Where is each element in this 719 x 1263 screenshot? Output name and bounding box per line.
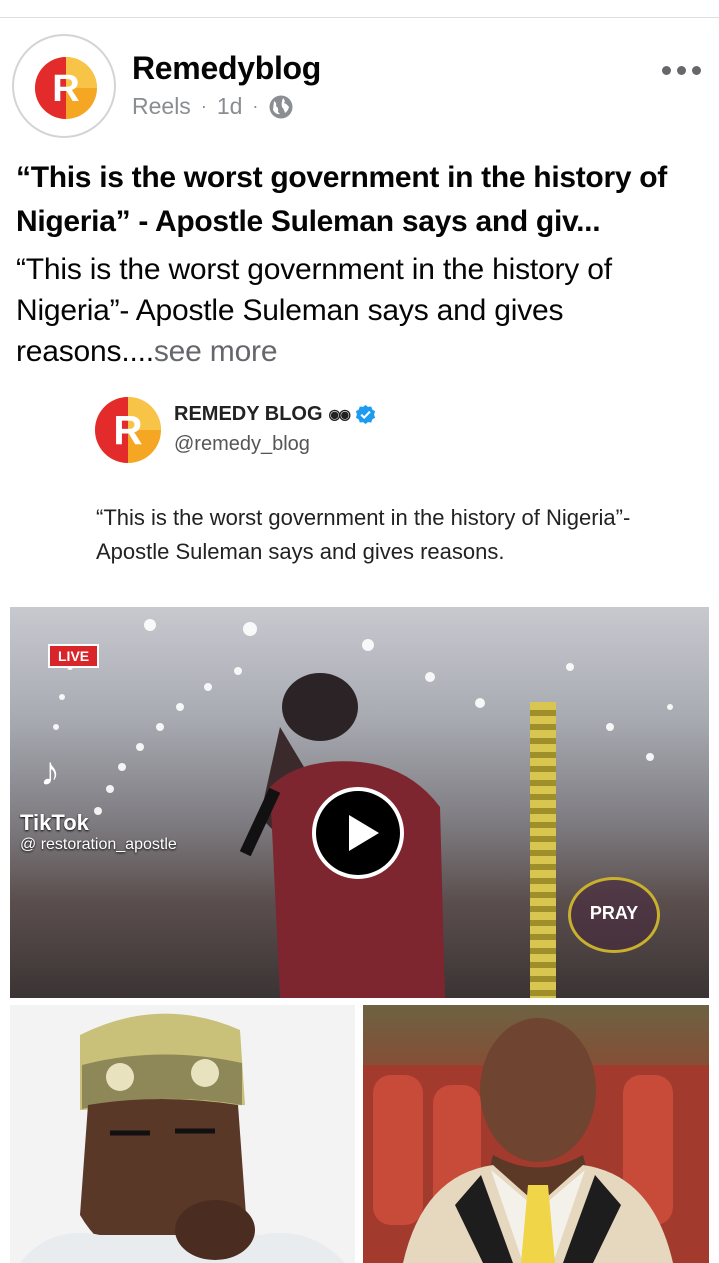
remedy-blog-logo: R	[95, 397, 161, 463]
globe-icon	[269, 95, 293, 118]
svg-text:R: R	[52, 68, 79, 110]
video-thumbnail[interactable]: LIVE ♪ TikTok @ restoration_apostle PRAY	[10, 607, 709, 998]
photo-left[interactable]	[10, 1005, 355, 1263]
post-body-text: “This is the worst government in the his…	[16, 253, 612, 368]
eyes-emoji-icon: ◉◉	[328, 406, 351, 422]
svg-text:R: R	[113, 407, 142, 453]
tiktok-icon: ♪	[40, 750, 60, 794]
tweet-author-label: REMEDY BLOG	[174, 403, 323, 425]
post-meta: Reels · 1d ·	[132, 93, 294, 120]
meta-separator: ·	[200, 96, 207, 116]
page-name[interactable]: Remedyblog	[132, 50, 321, 87]
more-options-icon[interactable]	[662, 60, 704, 80]
tweet-screenshot[interactable]: R REMEDY BLOG ◉◉ @remedy_blog “This is t…	[0, 385, 719, 607]
man-in-suit-image	[363, 1018, 709, 1263]
photo-right[interactable]	[363, 1005, 709, 1263]
post-age[interactable]: 1d	[217, 93, 243, 120]
tweet-author-name: REMEDY BLOG ◉◉	[174, 403, 376, 426]
page-avatar[interactable]: R	[12, 34, 116, 138]
tweet-handle: @remedy_blog	[174, 433, 310, 455]
post-body: “This is the worst government in the his…	[16, 249, 706, 372]
verified-badge-icon	[355, 404, 376, 425]
top-divider	[0, 17, 719, 18]
man-with-cap-image	[10, 1005, 355, 1263]
tweet-text: “This is the worst government in the his…	[96, 505, 631, 564]
post-headline[interactable]: “This is the worst government in the his…	[16, 156, 706, 244]
post-type: Reels	[132, 93, 191, 119]
tiktok-username: @ restoration_apostle	[20, 836, 177, 853]
tiktok-watermark: TikTok	[20, 810, 89, 835]
play-icon	[349, 815, 379, 851]
remedyblog-logo: R	[35, 57, 97, 119]
pray-logo: PRAY	[568, 877, 660, 953]
play-button[interactable]	[312, 787, 404, 879]
meta-separator: ·	[252, 96, 259, 116]
see-more-link[interactable]: see more	[154, 335, 278, 368]
live-badge: LIVE	[48, 644, 100, 668]
gold-pillar	[530, 702, 556, 998]
